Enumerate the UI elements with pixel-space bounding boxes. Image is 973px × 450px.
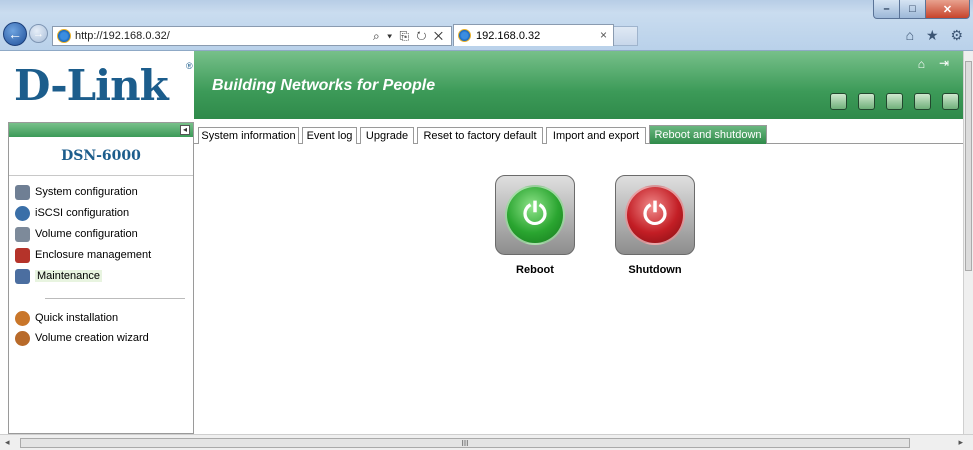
sidebar-item-quick-installation[interactable]: Quick installation — [15, 309, 118, 327]
sidebar-item-volume-configuration[interactable]: Volume configuration — [15, 225, 138, 243]
minimize-button[interactable]: – — [873, 0, 900, 19]
maintenance-icon — [15, 268, 30, 284]
sidebar-header: ◂ — [9, 123, 193, 137]
ie-icon — [57, 29, 71, 43]
scroll-right-icon[interactable]: ▸ — [958, 437, 963, 448]
refresh-icon[interactable] — [886, 93, 903, 110]
enclosure-icon — [15, 247, 30, 263]
sidebar-item-label: Enclosure management — [35, 249, 152, 261]
sidebar-item-enclosure-management[interactable]: Enclosure management — [15, 246, 151, 264]
database-icon[interactable] — [830, 93, 847, 110]
tab-upgrade[interactable]: Upgrade — [360, 127, 414, 144]
vertical-scroll-thumb[interactable] — [965, 61, 972, 271]
settings-icon[interactable] — [942, 93, 959, 110]
web-page: D-Link ® Building Networks for People ⌂ … — [0, 51, 963, 434]
header-band: Building Networks for People ⌂ ⇥ — [194, 51, 963, 119]
back-button[interactable]: ← — [3, 22, 27, 46]
horizontal-scroll-thumb[interactable]: III — [20, 438, 910, 448]
sidebar-item-maintenance[interactable]: Maintenance — [15, 267, 102, 285]
save-icon[interactable] — [914, 93, 931, 110]
browser-toolbar-icons[interactable]: ⌂ ★ ⚙ — [906, 27, 967, 44]
address-tools-icons[interactable]: ⌕ ▾ ⎘ ↻ ✕ — [373, 29, 445, 44]
home-icon[interactable]: ⌂ — [918, 57, 925, 71]
tab-import-and-export[interactable]: Import and export — [546, 127, 646, 144]
sidebar-item-label: Volume configuration — [35, 228, 138, 240]
main-content: ⏻ Reboot ⏻ Shutdown — [194, 144, 963, 434]
tab-close-icon[interactable]: × — [600, 28, 607, 42]
maximize-button[interactable]: □ — [899, 0, 926, 19]
scroll-left-icon[interactable]: ◂ — [5, 437, 10, 448]
quick-install-icon — [15, 310, 30, 326]
tab-reset-to-factory-default[interactable]: Reset to factory default — [417, 127, 543, 144]
sidebar-divider — [45, 298, 185, 299]
title-bar — [0, 0, 973, 12]
model-name: DSN-6000 — [9, 137, 193, 176]
new-tab-button[interactable] — [614, 26, 638, 46]
sidebar-item-label: Quick installation — [35, 312, 119, 324]
browser-tab[interactable]: 192.168.0.32 × — [453, 24, 614, 46]
collapse-icon[interactable]: ◂ — [180, 125, 190, 135]
forward-button[interactable]: → — [29, 24, 48, 43]
tab-event-log[interactable]: Event log — [302, 127, 357, 144]
tab-reboot-and-shutdown[interactable]: Reboot and shutdown — [649, 125, 767, 144]
tab-system-information[interactable]: System information — [198, 127, 299, 144]
close-window-button[interactable]: ✕ — [925, 0, 970, 19]
sidebar-item-label: System configuration — [35, 186, 138, 198]
sidebar-item-label: Volume creation wizard — [35, 332, 149, 344]
registered-mark: ® — [186, 61, 193, 71]
address-url[interactable]: http://192.168.0.32/ — [75, 30, 170, 42]
sidebar-item-label: Maintenance — [35, 270, 102, 282]
volume-wizard-icon — [15, 330, 30, 346]
logo-area: D-Link ® — [8, 51, 194, 119]
sidebar-item-system-configuration[interactable]: System configuration — [15, 183, 138, 201]
sidebar: ◂ DSN-6000 System configuration iSCSI co… — [8, 122, 194, 434]
tagline: Building Networks for People — [212, 77, 436, 94]
header-banner: D-Link ® Building Networks for People ⌂ … — [8, 51, 963, 119]
logout-icon[interactable]: ⇥ — [939, 56, 949, 70]
shutdown-button[interactable]: ⏻ — [615, 175, 695, 255]
info-icon[interactable] — [858, 93, 875, 110]
power-icon: ⏻ — [625, 185, 685, 245]
sidebar-item-iscsi-configuration[interactable]: iSCSI configuration — [15, 204, 129, 222]
globe-icon — [15, 205, 30, 221]
power-icon: ⏻ — [505, 185, 565, 245]
sidebar-item-volume-creation-wizard[interactable]: Volume creation wizard — [15, 329, 149, 347]
vertical-scrollbar[interactable] — [963, 51, 973, 434]
address-bar[interactable]: http://192.168.0.32/ ⌕ ▾ ⎘ ↻ ✕ — [52, 26, 452, 46]
ie-icon — [458, 29, 471, 42]
browser-tab-title: 192.168.0.32 — [476, 29, 541, 42]
dlink-logo: D-Link — [14, 60, 169, 110]
reboot-button[interactable]: ⏻ — [495, 175, 575, 255]
browser-chrome: – □ ✕ ← → http://192.168.0.32/ ⌕ ▾ ⎘ ↻ ✕… — [0, 0, 973, 51]
horizontal-scrollbar[interactable]: ◂ III ▸ — [0, 434, 973, 450]
sidebar-item-label: iSCSI configuration — [35, 207, 130, 219]
monitor-icon — [15, 184, 30, 200]
disk-icon — [15, 226, 30, 242]
tab-bar: System information Event log Upgrade Res… — [194, 122, 963, 144]
shutdown-label: Shutdown — [628, 264, 682, 276]
reboot-label: Reboot — [516, 264, 554, 276]
